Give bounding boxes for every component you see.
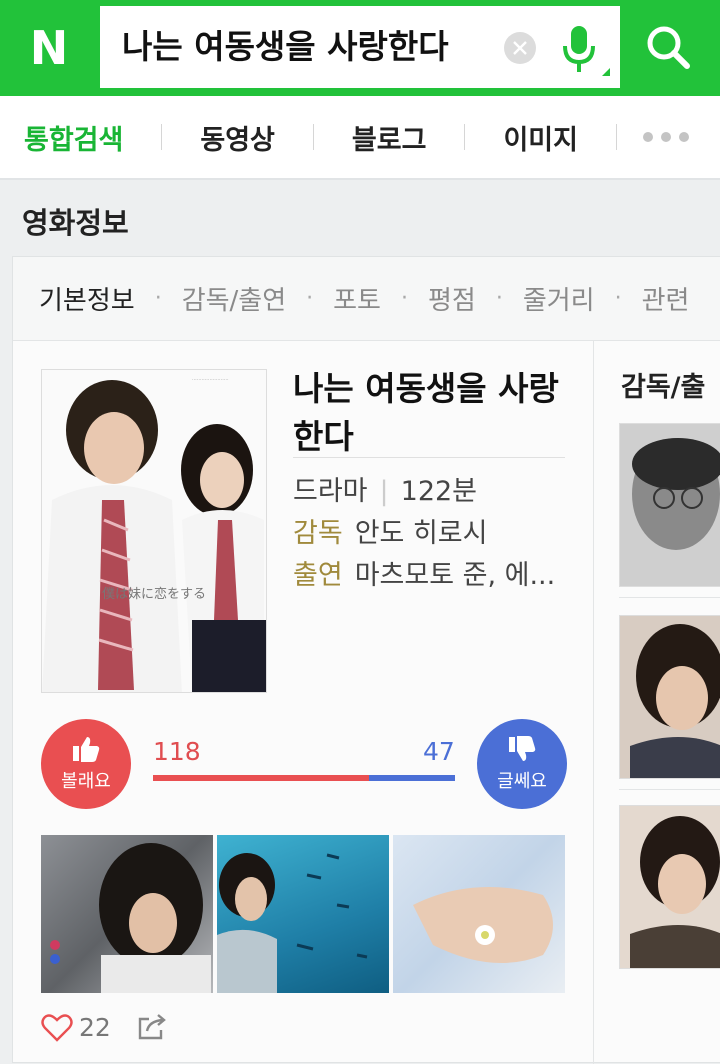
meh-count: 47	[423, 737, 455, 766]
logo-text: N	[29, 21, 69, 75]
genre-runtime-row: 드라마 | 122분	[293, 476, 478, 507]
svg-text:.......................: .......................	[192, 376, 229, 382]
still-photo-1[interactable]	[41, 835, 213, 993]
still-photo-2[interactable]	[217, 835, 389, 993]
subtab-director-cast[interactable]: 감독/출연	[182, 280, 286, 317]
cast-row: 출연 마츠모토 준, 에...	[293, 553, 555, 592]
dropdown-corner-icon	[602, 68, 610, 76]
subtab-related[interactable]: 관련	[642, 280, 690, 317]
tab-image[interactable]: 이미지	[465, 118, 616, 157]
movie-info-card: 기본정보 · 감독/출연 · 포토 · 평점 · 줄거리 · 관련 僕は妹に恋を…	[12, 256, 720, 1064]
section-title: 영화정보	[22, 206, 129, 240]
subtab-basic-info[interactable]: 기본정보	[13, 280, 135, 317]
genre: 드라마	[293, 476, 368, 507]
like-heart-area[interactable]: 22	[41, 1013, 111, 1042]
tab-video[interactable]: 동영상	[162, 118, 313, 157]
subtab-synopsis[interactable]: 줄거리	[523, 280, 595, 317]
cast-key: 출연	[293, 560, 343, 591]
main-info-column: 僕は妹に恋をする ....................... 나는 여동생을…	[13, 341, 593, 1064]
clear-icon[interactable]	[504, 32, 536, 64]
movie-title[interactable]: 나는 여동생을 사랑한다	[293, 365, 583, 461]
like-count-social: 22	[79, 1013, 111, 1042]
thumbs-up-icon	[73, 737, 100, 762]
search-icon	[647, 26, 690, 69]
subtab-photo[interactable]: 포토	[333, 280, 381, 317]
info-subtabs: 기본정보 · 감독/출연 · 포토 · 평점 · 줄거리 · 관련	[13, 257, 720, 341]
title-divider	[293, 457, 565, 458]
still-photo-3[interactable]	[393, 835, 565, 993]
like-count: 118	[153, 737, 201, 766]
search-tabs: 통합검색 동영상 블로그 이미지	[0, 96, 720, 180]
movie-poster[interactable]: 僕は妹に恋をする .......................	[41, 369, 267, 693]
mic-icon[interactable]	[558, 20, 600, 76]
vote-ratio-bar	[153, 775, 455, 781]
director-photo[interactable]	[619, 423, 720, 587]
cast-photo-1[interactable]	[619, 615, 720, 779]
tab-integrated[interactable]: 통합검색	[0, 118, 161, 157]
like-vote-button[interactable]: 볼래요	[41, 719, 131, 809]
search-input[interactable]: 나는 여동생을 사랑한다	[122, 6, 449, 88]
heart-icon	[41, 1013, 73, 1042]
meh-vote-button[interactable]: 글쎄요	[477, 719, 567, 809]
director-cast-heading: 감독/출	[621, 372, 706, 403]
like-label: 볼래요	[61, 771, 111, 792]
director-row: 감독 안도 히로시	[293, 511, 487, 550]
thumbs-down-icon	[509, 736, 536, 761]
cast-names[interactable]: 마츠모토 준, 에...	[355, 560, 556, 591]
director-name[interactable]: 안도 히로시	[355, 518, 488, 549]
tab-blog[interactable]: 블로그	[314, 118, 465, 157]
runtime: 122분	[400, 476, 478, 507]
subtab-rating[interactable]: 평점	[428, 280, 476, 317]
director-key: 감독	[293, 518, 343, 549]
naver-logo[interactable]: N	[0, 0, 98, 96]
search-button[interactable]	[622, 6, 714, 88]
more-dots-icon[interactable]	[617, 132, 689, 142]
cast-photo-2[interactable]	[619, 805, 720, 969]
vote-ratio-fill	[153, 775, 369, 781]
search-box[interactable]: 나는 여동생을 사랑한다	[100, 6, 620, 88]
share-icon[interactable]	[137, 1013, 167, 1045]
column-divider	[593, 341, 594, 1064]
top-header: N 나는 여동생을 사랑한다	[0, 0, 720, 96]
svg-text:僕は妹に恋をする: 僕は妹に恋をする	[102, 586, 206, 602]
meh-label: 글쎄요	[497, 771, 547, 792]
